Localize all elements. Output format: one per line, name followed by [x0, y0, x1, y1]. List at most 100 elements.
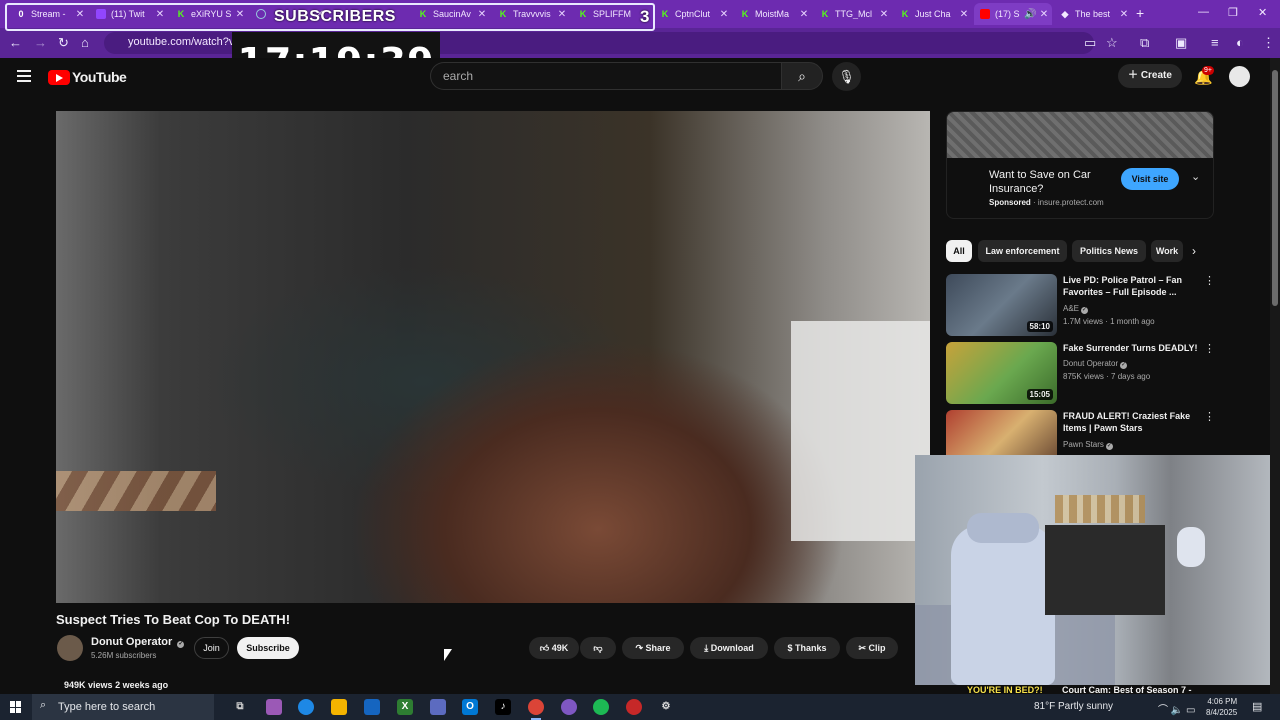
recommended-video[interactable]: 15:05 Fake Surrender Turns DEADLY! Donut… — [946, 342, 1216, 406]
profile-icon[interactable]: ◐ — [1236, 35, 1244, 50]
task-view-icon[interactable]: ⧉ — [232, 699, 248, 715]
close-tab-icon[interactable]: ✕ — [798, 9, 810, 20]
reload-icon[interactable]: ↻ — [58, 35, 69, 51]
webcam-scene-detail — [1055, 495, 1145, 523]
subscribers-label: SUBSCRIBERS — [274, 8, 396, 25]
forward-icon[interactable]: → — [34, 35, 47, 50]
browser-tab-8[interactable]: K CptnClut ✕ — [654, 3, 732, 25]
browser-tab-9[interactable]: K MoistMa ✕ — [734, 3, 812, 25]
restore-icon[interactable]: ❐ — [1228, 6, 1238, 19]
search-icon: ⌕ — [798, 68, 806, 84]
store-icon[interactable] — [364, 699, 380, 715]
close-tab-icon[interactable]: ✕ — [958, 9, 970, 20]
discord-icon[interactable] — [561, 699, 577, 715]
sidebar-icon[interactable]: ▣ — [1175, 35, 1187, 51]
recommended-video-title: FRAUD ALERT! Craziest Fake Items | Pawn … — [1063, 411, 1191, 433]
create-button[interactable]: ＋ Create — [1118, 64, 1182, 88]
close-tab-icon[interactable]: ✕ — [1118, 9, 1130, 20]
chip-work[interactable]: Work — [1151, 240, 1183, 262]
home-icon[interactable]: ⌂ — [81, 35, 89, 50]
verified-icon: ✓ — [1081, 307, 1089, 314]
browser-tab-11[interactable]: K Just Cha ✕ — [894, 3, 972, 25]
chevron-right-icon[interactable]: › — [1192, 244, 1196, 258]
chevron-down-icon[interactable]: ⌄ — [1191, 170, 1200, 183]
notification-center-icon[interactable]: ▤ — [1252, 700, 1262, 713]
extensions-icon[interactable]: ⧉ — [1140, 35, 1149, 51]
share-button[interactable]: ↷ Share — [622, 637, 684, 659]
browser-tab-13[interactable]: ◆ The best ✕ — [1054, 3, 1132, 25]
channel-subscriber-count: 5.26M subscribers — [91, 651, 157, 660]
recommended-video[interactable]: 58:10 Live PD: Police Patrol – Fan Favor… — [946, 274, 1216, 338]
search-input[interactable]: earch — [430, 62, 782, 90]
youtube-logo[interactable]: YouTube — [48, 69, 127, 85]
more-options-icon[interactable]: ⋮ — [1204, 342, 1215, 355]
settings-gear-icon[interactable]: ⚙ — [658, 699, 674, 715]
chip-law-enforcement[interactable]: Law enforcement — [978, 240, 1067, 262]
close-tab-icon[interactable]: ✕ — [878, 9, 890, 20]
sponsored-ad-card[interactable]: Want to Save on Car Insurance? Sponsored… — [946, 111, 1214, 219]
taskbar-clock[interactable]: 4:06 PM 8/4/2025 — [1206, 696, 1237, 718]
obs-icon[interactable] — [626, 699, 642, 715]
close-tab-icon[interactable]: ✕ — [1038, 9, 1050, 20]
chip-politics-news[interactable]: Politics News — [1072, 240, 1146, 262]
file-explorer-icon[interactable] — [331, 699, 347, 715]
edge-icon[interactable] — [298, 699, 314, 715]
like-button[interactable]: 👍︎ 49K — [529, 637, 579, 659]
excel-icon[interactable]: X — [397, 699, 413, 715]
video-player[interactable] — [56, 111, 930, 603]
bookmark-star-icon[interactable]: ☆ — [1106, 35, 1118, 51]
app-icon[interactable] — [430, 699, 446, 715]
subscribe-button[interactable]: Subscribe — [237, 637, 299, 659]
clip-button[interactable]: ✂ Clip — [846, 637, 898, 659]
minimize-icon[interactable]: — — [1198, 6, 1209, 18]
notification-badge: 9+ — [1202, 66, 1214, 75]
browser-toolbar: ← → ↻ ⌂ youtube.com/watch?v=9c ▭ ☆ ⧉ ▣ ≡… — [0, 28, 1280, 58]
verified-icon: ✓ — [177, 641, 185, 648]
windows-taskbar: ⌕ Type here to search ⧉ X O ♪ ⚙ 81°F Part… — [0, 694, 1280, 720]
taskbar-search-input[interactable]: ⌕ Type here to search — [32, 694, 214, 720]
cast-icon[interactable]: ▭ — [1084, 35, 1096, 51]
scrollbar-thumb[interactable] — [1272, 70, 1278, 306]
page-scrollbar[interactable] — [1270, 58, 1280, 694]
mouse-cursor-icon — [444, 649, 452, 661]
more-options-icon[interactable]: ⋮ — [1204, 410, 1215, 423]
channel-avatar[interactable] — [57, 635, 83, 661]
dislike-button[interactable]: 👎︎ — [580, 637, 616, 659]
tiktok-icon[interactable]: ♪ — [495, 699, 511, 715]
recommended-video[interactable]: FRAUD ALERT! Craziest Fake Items | Pawn … — [946, 410, 1216, 455]
hamburger-menu-icon[interactable] — [17, 70, 31, 85]
microphone-icon: 🎙 — [838, 69, 855, 84]
back-icon[interactable]: ← — [9, 35, 22, 50]
close-window-icon[interactable]: ✕ — [1258, 6, 1267, 19]
account-avatar[interactable] — [1229, 66, 1250, 87]
reading-list-icon[interactable]: ≡ — [1211, 35, 1219, 50]
browser-tab-10[interactable]: K TTG_Mcl ✕ — [814, 3, 892, 25]
new-tab-icon[interactable]: + — [1136, 5, 1144, 21]
more-options-icon[interactable]: ⋮ — [1204, 274, 1215, 287]
visit-site-button[interactable]: Visit site — [1121, 168, 1179, 190]
chip-all[interactable]: All — [946, 240, 972, 262]
browser-tab-12-active[interactable]: (17) S 🔊 ✕ — [974, 3, 1052, 25]
video-thumbnail[interactable]: 58:10 — [946, 274, 1057, 336]
spotify-icon[interactable] — [593, 699, 609, 715]
menu-kebab-icon[interactable]: ⋮ — [1262, 35, 1275, 51]
video-thumbnail[interactable]: 15:05 — [946, 342, 1057, 404]
copilot-icon[interactable] — [266, 699, 282, 715]
close-tab-icon[interactable]: ✕ — [718, 9, 730, 20]
windows-start-icon[interactable] — [10, 701, 22, 713]
youtube-header: YouTube earch ⌕ 🎙 ＋ Create 🔔 9+ — [0, 58, 1270, 98]
system-tray[interactable]: ⌒ 🔈 ▭ — [1158, 701, 1195, 716]
speaker-icon[interactable]: 🔊 — [1024, 9, 1036, 20]
kick-icon: K — [741, 9, 749, 19]
outlook-icon[interactable]: O — [462, 699, 478, 715]
voice-search-button[interactable]: 🎙 — [832, 62, 861, 91]
join-button[interactable]: Join — [194, 637, 229, 659]
download-button[interactable]: ⤓ Download — [690, 637, 768, 659]
channel-name[interactable]: Donut Operator ✓ — [91, 636, 185, 648]
weather-widget[interactable]: 81°F Partly sunny — [1034, 701, 1113, 712]
chrome-icon[interactable] — [528, 699, 544, 720]
thanks-button[interactable]: $ Thanks — [774, 637, 840, 659]
duration-badge: 15:05 — [1026, 389, 1053, 400]
video-thumbnail[interactable] — [946, 410, 1057, 455]
search-button[interactable]: ⌕ — [781, 62, 823, 90]
